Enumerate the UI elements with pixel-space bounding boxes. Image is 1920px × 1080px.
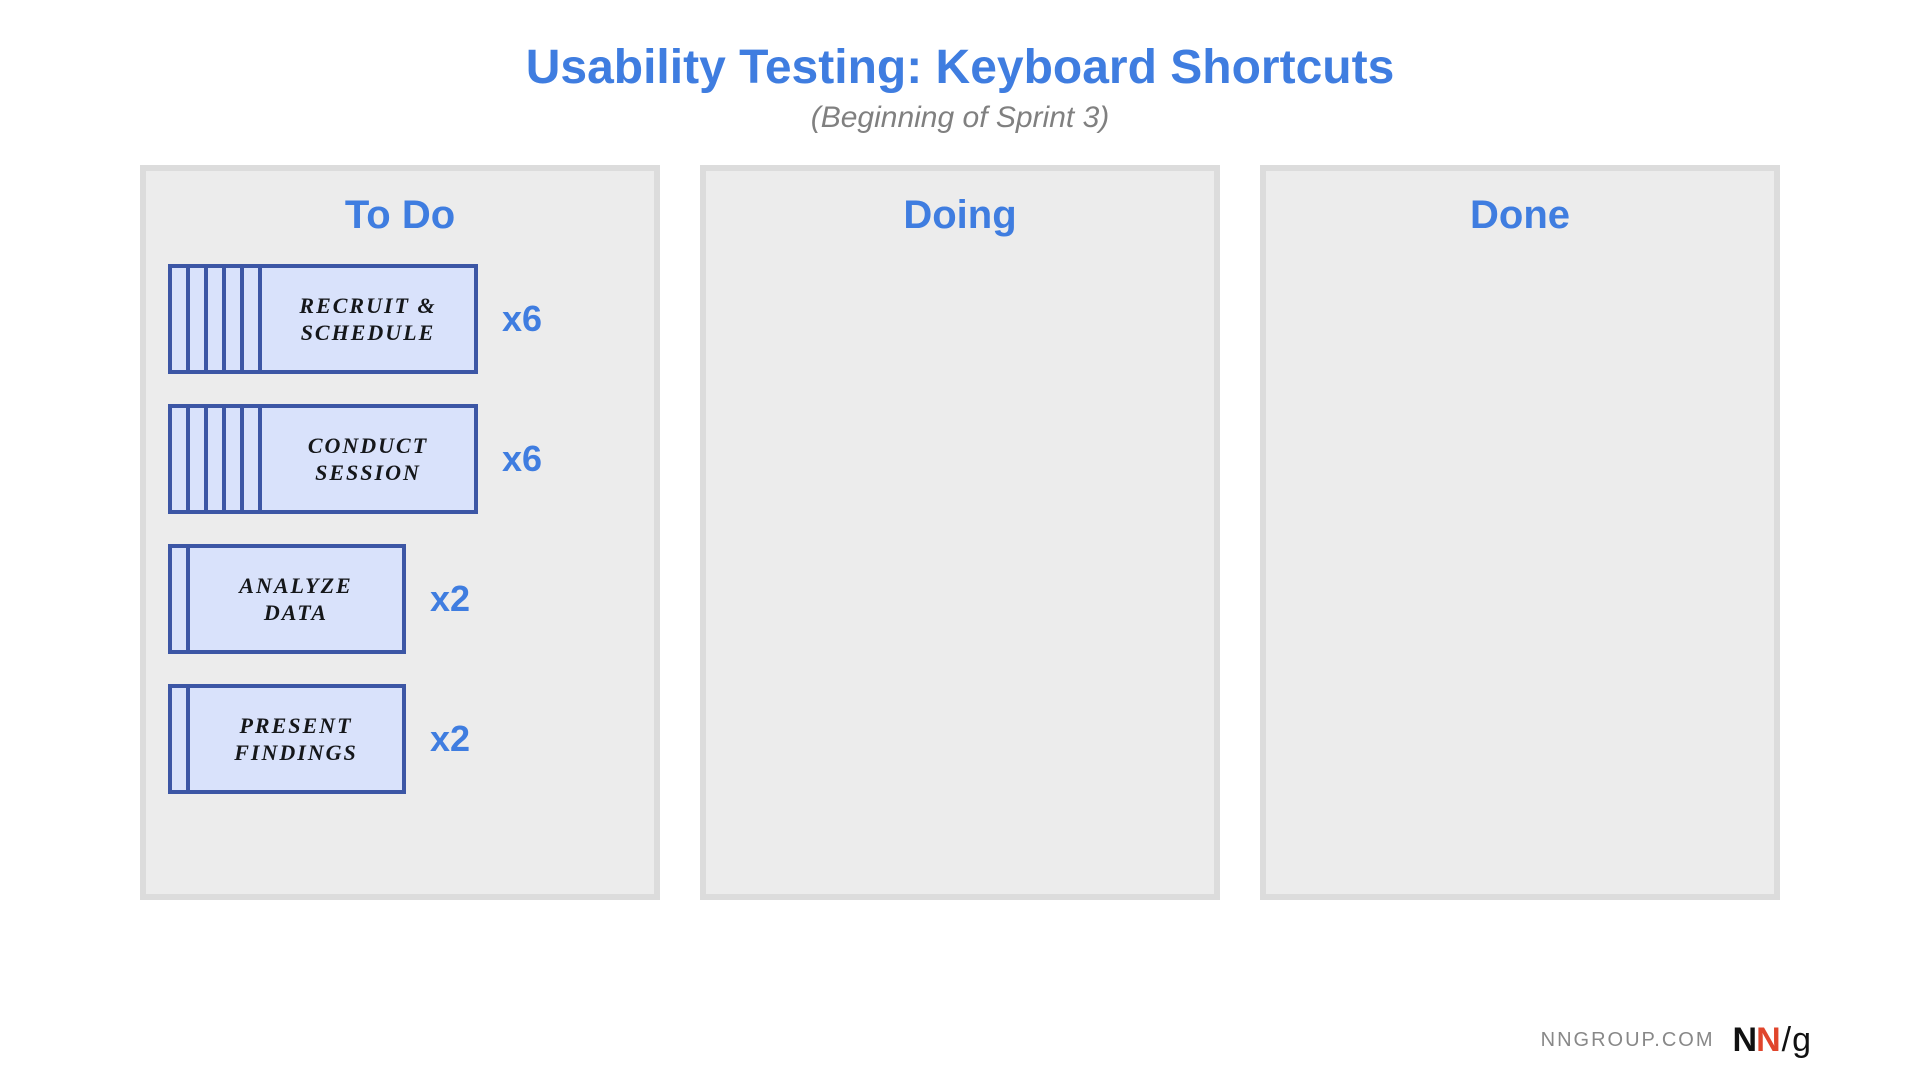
card-stack[interactable]: CONDUCT SESSION xyxy=(168,404,478,514)
task-card-front[interactable]: PRESENT FINDINGS xyxy=(186,684,406,794)
column-title-todo: To Do xyxy=(168,193,632,238)
column-doing: Doing xyxy=(700,165,1220,900)
page-subtitle: (Beginning of Sprint 3) xyxy=(100,101,1820,135)
card-stack[interactable]: PRESENT FINDINGS xyxy=(168,684,406,794)
column-todo: To Do RECRUIT & SCHEDULEx6CONDUCT SESSIO… xyxy=(140,165,660,900)
footer: NNGROUP.COM NN/g xyxy=(100,1003,1820,1060)
nng-logo: NN/g xyxy=(1733,1021,1811,1060)
task-card-front[interactable]: CONDUCT SESSION xyxy=(258,404,478,514)
footer-url: NNGROUP.COM xyxy=(1541,1029,1715,1052)
kanban-board: To Do RECRUIT & SCHEDULEx6CONDUCT SESSIO… xyxy=(100,165,1820,1003)
task-row: RECRUIT & SCHEDULE x6 xyxy=(168,264,632,374)
task-card-front[interactable]: ANALYZE DATA xyxy=(186,544,406,654)
task-row: ANALYZE DATA x2 xyxy=(168,544,632,654)
task-count: x6 xyxy=(502,298,542,340)
task-count: x6 xyxy=(502,438,542,480)
task-row: CONDUCT SESSION x6 xyxy=(168,404,632,514)
card-stack[interactable]: ANALYZE DATA xyxy=(168,544,406,654)
logo-n2: N xyxy=(1756,1021,1780,1059)
column-done: Done xyxy=(1260,165,1780,900)
task-count: x2 xyxy=(430,718,470,760)
logo-n1: N xyxy=(1733,1021,1757,1059)
page-title: Usability Testing: Keyboard Shortcuts xyxy=(100,40,1820,95)
column-title-done: Done xyxy=(1288,193,1752,238)
column-title-doing: Doing xyxy=(728,193,1192,238)
card-stack[interactable]: RECRUIT & SCHEDULE xyxy=(168,264,478,374)
task-row: PRESENT FINDINGS x2 xyxy=(168,684,632,794)
logo-g: g xyxy=(1792,1021,1810,1059)
logo-slash: / xyxy=(1780,1021,1792,1059)
task-count: x2 xyxy=(430,578,470,620)
task-card-front[interactable]: RECRUIT & SCHEDULE xyxy=(258,264,478,374)
